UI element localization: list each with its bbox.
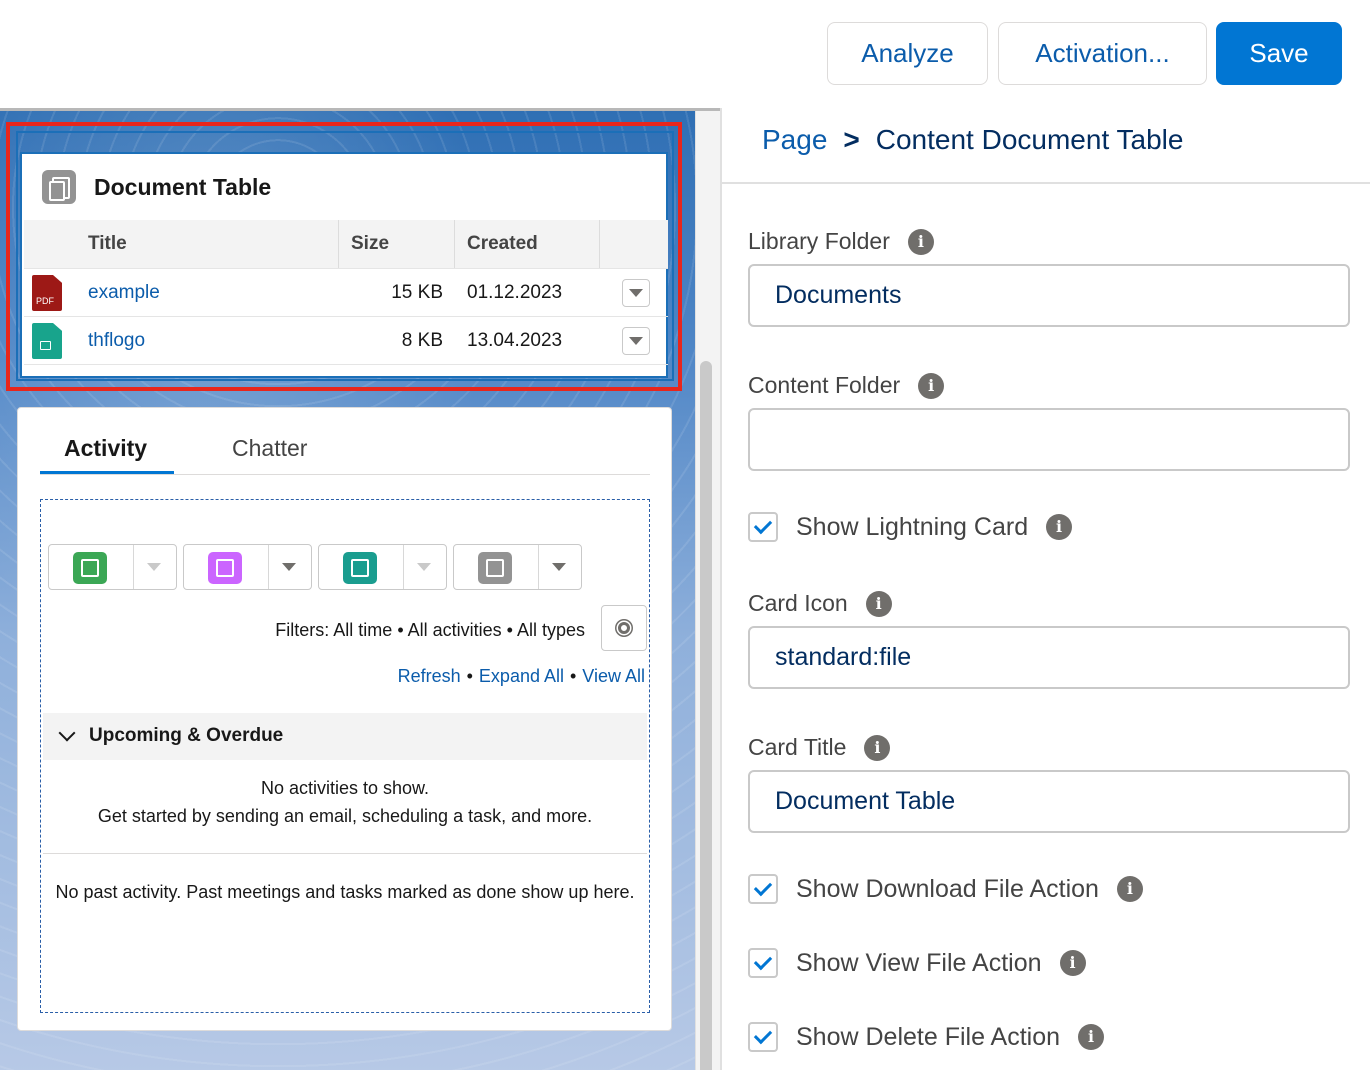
- breadcrumb-separator: >: [843, 124, 860, 155]
- content-folder-input[interactable]: [748, 408, 1350, 471]
- properties-panel: Page > Content Document Table Library Fold…: [720, 108, 1370, 1070]
- column-header-created[interactable]: Created: [455, 220, 538, 268]
- card-title-label: Card Title i: [748, 734, 891, 761]
- info-icon[interactable]: i: [1116, 876, 1143, 902]
- checkbox-checked[interactable]: [748, 948, 778, 978]
- info-icon[interactable]: i: [918, 372, 945, 399]
- breadcrumb: Page > Content Document Table: [762, 124, 1183, 156]
- row-actions-button[interactable]: [622, 327, 650, 355]
- checkbox-checked[interactable]: [748, 512, 778, 542]
- checkbox-checked[interactable]: [748, 874, 778, 904]
- refresh-link[interactable]: Refresh: [398, 666, 461, 686]
- view-all-link[interactable]: View All: [582, 666, 645, 686]
- divider: [43, 853, 647, 854]
- canvas-scrollbar-thumb[interactable]: [700, 361, 712, 1070]
- chevron-down-icon: [58, 724, 76, 742]
- builder-header: Analyze Activation... Save: [0, 0, 1370, 108]
- chevron-down-icon[interactable]: [147, 563, 161, 571]
- tab-chatter[interactable]: Chatter: [232, 422, 307, 474]
- activity-timeline: Filters: All time • All activities • All…: [40, 499, 650, 1013]
- file-title-link[interactable]: thflogo: [88, 317, 145, 364]
- info-icon[interactable]: i: [1059, 950, 1086, 976]
- log-call-button[interactable]: [318, 544, 447, 590]
- chevron-down-icon[interactable]: [417, 563, 431, 571]
- filter-settings-button[interactable]: [601, 605, 647, 651]
- table-row: PDF example 15 KB 01.12.2023: [24, 269, 668, 317]
- table-row: thflogo 8 KB 13.04.2023: [24, 317, 668, 365]
- content-folder-label: Content Folder i: [748, 372, 945, 399]
- file-created-date: 01.12.2023: [467, 282, 563, 303]
- new-event-button[interactable]: [183, 544, 312, 590]
- document-table-card[interactable]: Document Table Title Size Created PDF ex…: [20, 152, 668, 378]
- task-icon: [73, 552, 107, 584]
- expand-all-link[interactable]: Expand All: [479, 666, 564, 686]
- analyze-button[interactable]: Analyze: [827, 22, 988, 85]
- new-task-button[interactable]: [48, 544, 177, 590]
- chevron-down-icon[interactable]: [282, 563, 296, 571]
- empty-state-text: Get started by sending an email, schedul…: [97, 806, 593, 826]
- file-created-date: 13.04.2023: [467, 330, 563, 351]
- column-divider: [599, 220, 600, 268]
- file-size: 8 KB: [401, 330, 443, 351]
- info-icon[interactable]: i: [864, 734, 891, 761]
- tab-activity[interactable]: Activity: [64, 422, 147, 474]
- save-button[interactable]: Save: [1216, 22, 1342, 85]
- email-button[interactable]: [453, 544, 582, 590]
- empty-state-title: No activities to show.: [260, 778, 430, 798]
- file-size: 15 KB: [391, 282, 443, 303]
- image-file-icon: [32, 323, 62, 359]
- info-icon[interactable]: i: [865, 590, 892, 617]
- checkbox-checked[interactable]: [748, 1022, 778, 1052]
- email-icon: [478, 552, 512, 584]
- panel-divider: [722, 182, 1370, 184]
- show-download-checkbox[interactable]: Show Download File Action i: [748, 874, 1143, 904]
- activity-card: Activity Chatter Filters: All time • All…: [17, 407, 672, 1031]
- file-title-link[interactable]: example: [88, 269, 160, 316]
- file-icon: [42, 170, 76, 204]
- upcoming-overdue-section[interactable]: Upcoming & Overdue: [43, 713, 647, 760]
- call-icon: [343, 552, 377, 584]
- column-header-title[interactable]: Title: [76, 220, 127, 268]
- card-title-input[interactable]: Document Table: [748, 770, 1350, 833]
- info-icon[interactable]: i: [907, 228, 934, 255]
- breadcrumb-page-link[interactable]: Page: [762, 124, 827, 155]
- breadcrumb-current: Content Document Table: [875, 124, 1184, 155]
- card-icon-input[interactable]: standard:file: [748, 626, 1350, 689]
- show-lightning-card-checkbox[interactable]: Show Lightning Card i: [748, 512, 1073, 542]
- gear-icon: [618, 622, 630, 634]
- info-icon[interactable]: i: [1046, 514, 1073, 540]
- activity-filters-text: Filters: All time • All activities • All…: [275, 620, 585, 640]
- info-icon[interactable]: i: [1078, 1024, 1105, 1050]
- library-folder-label: Library Folder i: [748, 228, 934, 255]
- show-view-checkbox[interactable]: Show View File Action i: [748, 948, 1086, 978]
- no-past-activity-text: No past activity. Past meetings and task…: [55, 882, 635, 902]
- activation-button[interactable]: Activation...: [998, 22, 1207, 85]
- chevron-down-icon: [629, 289, 643, 297]
- card-title: Document Table: [94, 174, 272, 200]
- card-icon-label: Card Icon i: [748, 590, 892, 617]
- chevron-down-icon[interactable]: [552, 563, 566, 571]
- pdf-file-icon: PDF: [32, 275, 62, 311]
- show-delete-checkbox[interactable]: Show Delete File Action i: [748, 1022, 1105, 1052]
- activity-links: Refresh • Expand All • View All: [397, 666, 645, 686]
- table-header: Title Size Created: [24, 220, 668, 269]
- event-icon: [208, 552, 242, 584]
- row-actions-button[interactable]: [622, 279, 650, 307]
- library-folder-input[interactable]: Documents: [748, 264, 1350, 327]
- tab-bar-divider: [40, 474, 650, 475]
- active-tab-indicator: [40, 471, 174, 474]
- section-label: Upcoming & Overdue: [89, 725, 284, 746]
- chevron-down-icon: [629, 337, 643, 345]
- column-header-size[interactable]: Size: [339, 220, 389, 268]
